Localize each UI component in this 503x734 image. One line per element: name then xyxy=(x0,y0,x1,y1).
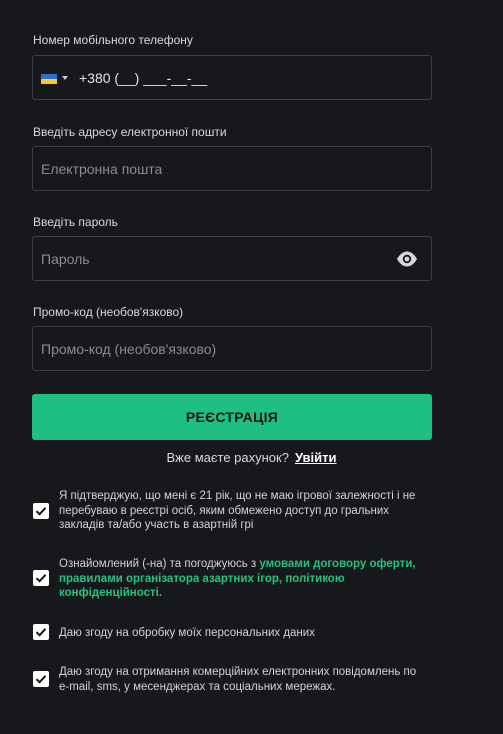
phone-field[interactable] xyxy=(32,55,432,100)
consent-terms-checkbox[interactable] xyxy=(33,570,49,586)
email-input[interactable] xyxy=(41,147,381,190)
phone-label: Номер мобільного телефону xyxy=(33,33,193,47)
consent-marketing-text: Даю згоду на отримання комерційних елект… xyxy=(59,666,417,693)
ukraine-flag-icon[interactable] xyxy=(41,74,57,84)
consent-age-checkbox[interactable] xyxy=(33,503,49,519)
register-button[interactable]: РЕЄСТРАЦІЯ xyxy=(32,394,432,440)
login-prompt: Вже маєте рахунок? Увійти xyxy=(0,450,503,465)
checkmark-icon xyxy=(35,675,47,684)
promo-label: Промо-код (необов'язково) xyxy=(33,305,184,319)
password-input[interactable] xyxy=(41,237,381,280)
consent-terms-text: Ознайомлений (-на) та погоджуюсь з умова… xyxy=(59,557,424,601)
checkmark-icon xyxy=(35,507,47,516)
login-link[interactable]: Увійти xyxy=(295,450,337,465)
email-field[interactable] xyxy=(32,146,432,191)
consent-marketing-checkbox[interactable] xyxy=(33,671,49,687)
have-account-text: Вже маєте рахунок? xyxy=(166,450,289,465)
eye-icon[interactable] xyxy=(396,250,418,268)
consent-terms-prefix: Ознайомлений (-на) та погоджуюсь з xyxy=(59,558,260,570)
chevron-down-icon[interactable] xyxy=(62,76,68,80)
consent-age-text: Я підтверджую, що мені є 21 рік, що не м… xyxy=(59,490,416,531)
password-label: Введіть пароль xyxy=(33,215,118,229)
checkmark-icon xyxy=(35,628,47,637)
email-label: Введіть адресу електронної пошти xyxy=(33,125,227,139)
phone-input[interactable] xyxy=(79,56,379,99)
password-field[interactable] xyxy=(32,236,432,281)
checkmark-icon xyxy=(35,574,47,583)
promo-field[interactable] xyxy=(32,326,432,371)
promo-input[interactable] xyxy=(41,327,381,370)
consent-personal-data-text: Даю згоду на обробку моїх персональних д… xyxy=(59,627,315,639)
consent-personal-data-checkbox[interactable] xyxy=(33,624,49,640)
